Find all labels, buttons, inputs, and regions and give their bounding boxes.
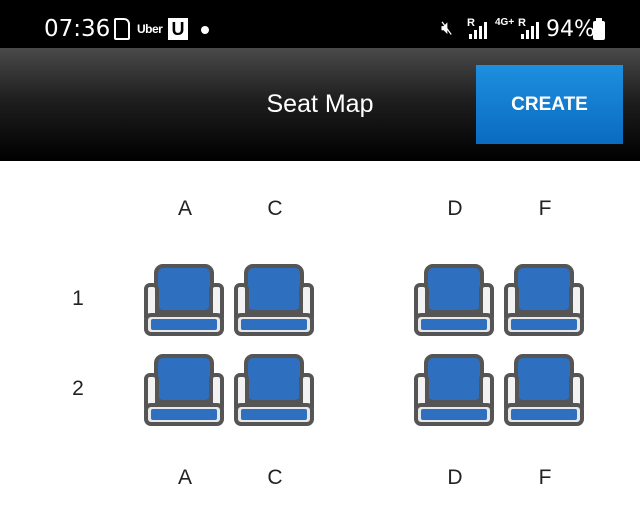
- seat-1c[interactable]: [234, 263, 314, 338]
- seat-icon: [504, 264, 584, 336]
- seat-1a[interactable]: [144, 263, 224, 338]
- u-notification-icon: U: [168, 18, 188, 40]
- more-notifications-dot-icon: [201, 26, 209, 34]
- seat-2a[interactable]: [144, 353, 224, 428]
- seat-icon: [144, 354, 224, 426]
- battery-percent: 94%: [546, 17, 595, 42]
- seat-icon: [414, 264, 494, 336]
- app-bar: Seat Map CREATE: [0, 48, 640, 161]
- seat-icon: [234, 354, 314, 426]
- seat-icon: [504, 354, 584, 426]
- battery-icon: [593, 18, 605, 40]
- sim-card-icon: [114, 18, 130, 40]
- seat-2d[interactable]: [414, 353, 494, 428]
- row-label-2: 2: [72, 377, 84, 400]
- row-label-1: 1: [72, 287, 84, 310]
- network-type-label: 4G+: [495, 17, 515, 28]
- column-label-top-a: A: [177, 197, 192, 220]
- column-label-top-d: D: [447, 197, 463, 220]
- seat-icon: [234, 264, 314, 336]
- column-label-bottom-d: D: [447, 466, 463, 489]
- seat-1f[interactable]: [504, 263, 584, 338]
- seat-2f[interactable]: [504, 353, 584, 428]
- seat-icon: [414, 354, 494, 426]
- seat-icon: [144, 264, 224, 336]
- column-label-top-f: F: [538, 197, 552, 220]
- signal-strength-icon: [469, 20, 487, 39]
- create-button[interactable]: CREATE: [476, 65, 623, 144]
- uber-notification-label: Uber: [137, 22, 163, 36]
- mute-icon: 🔇︎: [441, 18, 453, 39]
- seat-2c[interactable]: [234, 353, 314, 428]
- status-time: 07:36: [44, 16, 111, 42]
- seat-1d[interactable]: [414, 263, 494, 338]
- column-label-bottom-c: C: [267, 466, 283, 489]
- column-label-bottom-a: A: [177, 466, 192, 489]
- column-label-top-c: C: [267, 197, 283, 220]
- signal-strength-icon-2: [521, 20, 539, 39]
- column-label-bottom-f: F: [538, 466, 552, 489]
